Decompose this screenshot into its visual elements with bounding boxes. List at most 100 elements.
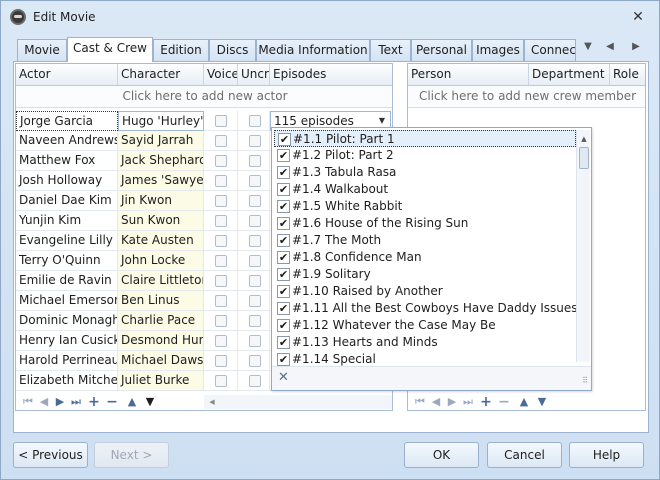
voice-checkbox[interactable] [215,215,227,227]
close-button[interactable]: ✕ [629,9,647,27]
cast-horizontal-scrollbar[interactable]: ◀ [204,395,392,409]
uncredited-checkbox[interactable] [249,355,261,367]
tab-edition[interactable]: Edition [153,39,209,61]
prev-record-icon[interactable]: ◀ [428,392,444,410]
uncredited-checkbox[interactable] [249,255,261,267]
remove-record-icon[interactable]: − [496,392,512,410]
tab-connect[interactable]: Connect [524,39,576,61]
episode-checkbox[interactable]: ✔ [277,319,290,332]
remove-record-icon[interactable]: − [104,392,120,410]
voice-checkbox[interactable] [215,355,227,367]
actor-cell[interactable]: Dominic Monaghan [16,311,118,331]
tab-scroll-right-icon[interactable]: ▶ [627,37,645,59]
tab-images[interactable]: Images [472,39,524,61]
add-actor-row[interactable]: Click here to add new actor [16,86,392,108]
voice-checkbox[interactable] [215,335,227,347]
tab-text[interactable]: Text [370,39,411,61]
character-cell[interactable]: James 'Sawyer' [118,171,204,191]
character-cell[interactable]: Jin Kwon [118,191,204,211]
character-cell[interactable]: Jack Shephard [118,151,204,171]
next-record-icon[interactable]: ▶ [52,392,68,410]
tab-cast-crew[interactable]: Cast & Crew [67,37,153,62]
actor-cell[interactable]: Henry Ian Cusick [16,331,118,351]
character-cell[interactable]: Hugo 'Hurley' R [118,111,204,131]
episode-item[interactable]: ✔ #1.13 Hearts and Minds [274,334,576,351]
episode-checkbox[interactable]: ✔ [277,183,290,196]
episode-checkbox[interactable]: ✔ [277,353,290,366]
character-cell[interactable]: Kate Austen [118,231,204,251]
actor-cell[interactable]: Terry O'Quinn [16,251,118,271]
tab-scroll-left-icon[interactable]: ◀ [601,37,619,59]
episode-item[interactable]: ✔ #1.12 Whatever the Case May Be [274,317,576,334]
uncredited-checkbox[interactable] [249,155,261,167]
episode-checkbox[interactable]: ✔ [277,251,290,264]
episode-item[interactable]: ✔ #1.3 Tabula Rasa [274,164,576,181]
actor-cell[interactable]: Harold Perrineau [16,351,118,371]
voice-checkbox[interactable] [215,275,227,287]
column-header-character[interactable]: Character [118,64,204,86]
first-record-icon[interactable]: ⏮ [412,392,428,410]
episode-item[interactable]: ✔ #1.7 The Moth [274,232,576,249]
voice-checkbox[interactable] [215,255,227,267]
voice-checkbox[interactable] [215,295,227,307]
ok-button[interactable]: OK [404,442,479,468]
uncredited-checkbox[interactable] [249,275,261,287]
actor-cell[interactable]: Evangeline Lilly [16,231,118,251]
episode-item[interactable]: ✔ #1.10 Raised by Another [274,283,576,300]
tab-discs[interactable]: Discs [209,39,256,61]
episode-item[interactable]: ✔ #1.9 Solitary [274,266,576,283]
uncredited-checkbox[interactable] [249,215,261,227]
add-record-icon[interactable]: + [478,392,494,410]
episodes-vertical-scrollbar[interactable]: ▲ [576,130,590,362]
tab-personal[interactable]: Personal [411,39,472,61]
episode-item[interactable]: ✔ #1.5 White Rabbit [274,198,576,215]
add-crew-row[interactable]: Click here to add new crew member [408,86,645,108]
character-cell[interactable]: John Locke [118,251,204,271]
column-header-actor[interactable]: Actor [16,64,118,86]
actor-cell[interactable]: Elizabeth Mitchell [16,371,118,391]
move-down-icon[interactable]: ▼ [534,392,550,410]
previous-button[interactable]: < Previous [13,442,88,468]
voice-checkbox[interactable] [215,315,227,327]
column-header-person[interactable]: Person [408,64,529,86]
column-header-role[interactable]: Role [610,64,645,86]
actor-cell[interactable]: Michael Emerson [16,291,118,311]
episode-checkbox[interactable]: ✔ [277,302,290,315]
last-record-icon[interactable]: ⏭ [460,392,476,410]
actor-cell[interactable]: Naveen Andrews [16,131,118,151]
character-cell[interactable]: Juliet Burke [118,371,204,391]
uncredited-checkbox[interactable] [249,315,261,327]
actor-cell[interactable]: Josh Holloway [16,171,118,191]
character-cell[interactable]: Sayid Jarrah [118,131,204,151]
prev-record-icon[interactable]: ◀ [36,392,52,410]
voice-checkbox[interactable] [215,135,227,147]
actor-cell[interactable]: Matthew Fox [16,151,118,171]
voice-checkbox[interactable] [215,375,227,387]
move-up-icon[interactable]: ▲ [516,392,532,410]
episode-item[interactable]: ✔ #1.2 Pilot: Part 2 [274,147,576,164]
episode-checkbox[interactable]: ✔ [277,234,290,247]
voice-checkbox[interactable] [215,235,227,247]
last-record-icon[interactable]: ⏭ [68,392,84,410]
character-cell[interactable]: Ben Linus [118,291,204,311]
character-cell[interactable]: Claire Littleton [118,271,204,291]
column-header-uncredited[interactable]: Uncre [238,64,270,86]
scroll-up-icon[interactable]: ▲ [577,132,591,146]
tab-movie[interactable]: Movie [17,39,67,61]
column-header-department[interactable]: Department [529,64,610,86]
uncredited-checkbox[interactable] [249,115,261,127]
uncredited-checkbox[interactable] [249,195,261,207]
episode-checkbox[interactable]: ✔ [277,268,290,281]
episode-item[interactable]: ✔ #1.8 Confidence Man [274,249,576,266]
scroll-thumb[interactable] [579,147,589,169]
tab-list-dropdown-icon[interactable]: ▼ [579,37,597,59]
actor-cell[interactable]: Daniel Dae Kim [16,191,118,211]
uncredited-checkbox[interactable] [249,135,261,147]
uncredited-checkbox[interactable] [249,295,261,307]
character-cell[interactable]: Sun Kwon [118,211,204,231]
actor-cell[interactable]: Yunjin Kim [16,211,118,231]
add-record-icon[interactable]: + [86,392,102,410]
episode-checkbox[interactable]: ✔ [277,285,290,298]
next-button[interactable]: Next > [94,442,169,468]
episode-checkbox[interactable]: ✔ [277,217,290,230]
